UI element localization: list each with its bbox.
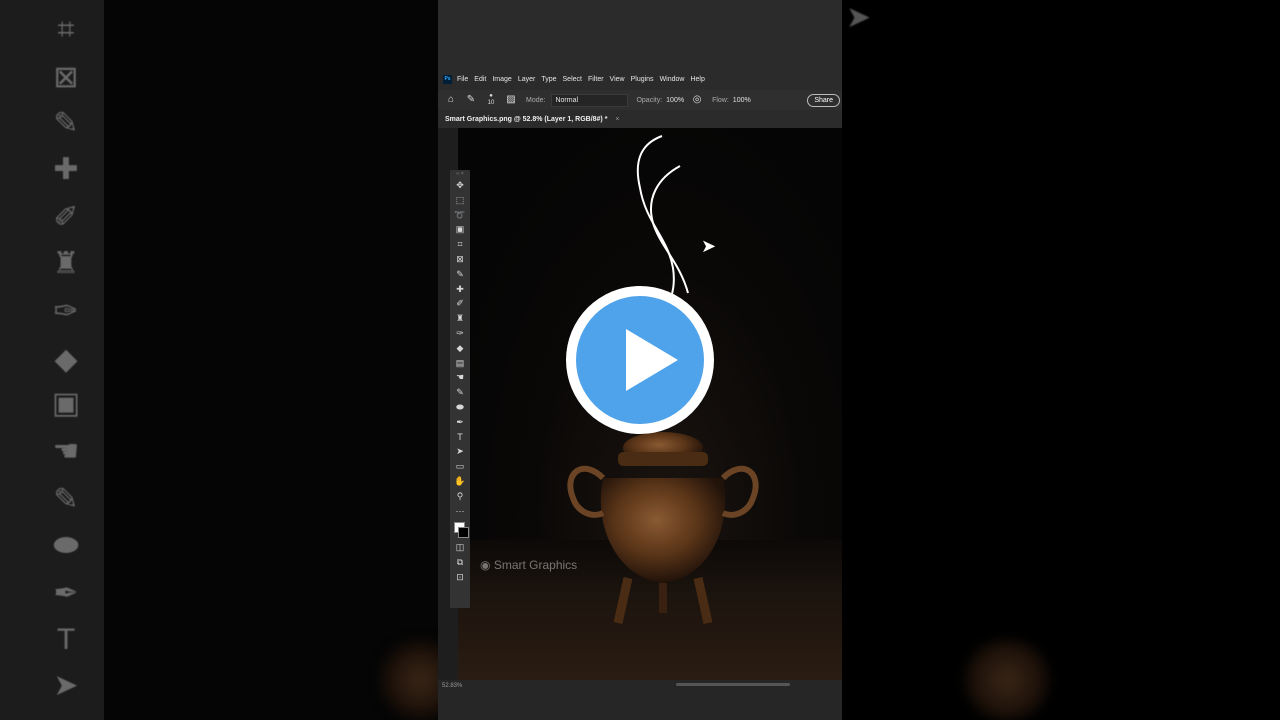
play-icon — [626, 329, 678, 391]
watermark-label: Smart Graphics — [493, 558, 578, 572]
flow-label: Flow: — [712, 96, 729, 104]
color-swatches[interactable] — [450, 518, 470, 540]
screen-mode-icon[interactable]: ⧉ — [450, 555, 470, 570]
frame-view-icon[interactable]: ⊡ — [450, 570, 470, 585]
menu-layer[interactable]: Layer — [518, 76, 536, 83]
menu-edit[interactable]: Edit — [474, 76, 486, 83]
quick-mask-icon[interactable]: ◫ — [450, 540, 470, 555]
ghost-brush-icon: ✐ — [53, 201, 79, 234]
play-button[interactable] — [566, 286, 714, 434]
close-tab-icon[interactable]: × — [615, 116, 619, 123]
flow-value[interactable]: 100% — [733, 97, 751, 104]
menu-window[interactable]: Window — [660, 76, 685, 83]
object-select-tool-icon[interactable]: ▣ — [450, 222, 470, 237]
dodge-tool-icon[interactable]: ✎ — [450, 385, 470, 400]
eyedropper-tool-icon[interactable]: ✎ — [450, 267, 470, 282]
pressure-opacity-icon[interactable]: ◎ — [690, 93, 704, 107]
type-tool-icon[interactable]: T — [450, 430, 470, 445]
brush-tool-icon[interactable]: ✐ — [450, 296, 470, 311]
ghost-frame-icon: ⊠ — [53, 61, 79, 94]
ghost-eyedropper-icon: ✎ — [53, 107, 79, 140]
sponge-tool-icon[interactable]: ⬬ — [450, 400, 470, 415]
status-bar: 52.83% — [438, 680, 842, 720]
menu-filter[interactable]: Filter — [588, 76, 604, 83]
eraser-tool-icon[interactable]: ◆ — [450, 341, 470, 356]
ghost-type-icon: T — [56, 623, 76, 656]
share-button[interactable]: Share — [807, 93, 840, 107]
mouse-cursor-icon: ➤ — [701, 236, 717, 256]
background-left-panel: ⌗ ⊠ ✎ ✚ ✐ ♜ ✑ ◆ ▣ ☚ ✎ ⬬ ✒ T ➤ — [0, 0, 438, 720]
document-tab-title: Smart Graphics.png @ 52.8% (Layer 1, RGB… — [445, 116, 608, 123]
lasso-tool-icon[interactable]: ➰ — [450, 208, 470, 223]
pen-tool-icon[interactable]: ✒ — [450, 415, 470, 430]
hand-tool-icon[interactable]: ✋ — [450, 474, 470, 489]
ghost-artwork — [380, 640, 438, 720]
menu-type[interactable]: Type — [541, 76, 556, 83]
menu-file[interactable]: File — [457, 76, 468, 83]
ghost-healing-icon: ✚ — [53, 153, 79, 186]
menu-image[interactable]: Image — [492, 76, 511, 83]
healing-tool-icon[interactable]: ✚ — [450, 282, 470, 297]
opacity-value[interactable]: 100% — [666, 97, 684, 104]
blur-tool-icon[interactable]: ☚ — [450, 370, 470, 385]
tools-panel: ‹‹ × ✥ ⬚ ➰ ▣ ⌗ ⊠ ✎ ✚ ✐ ♜ ✑ ◆ ▤ ☚ ✎ ⬬ ✒ T… — [450, 170, 470, 608]
gradient-tool-icon[interactable]: ▤ — [450, 356, 470, 371]
background-color-swatch[interactable] — [458, 527, 469, 539]
ghost-artwork — [962, 640, 1052, 720]
document-tab[interactable]: Smart Graphics.png @ 52.8% (Layer 1, RGB… — [438, 113, 842, 127]
more-tools-icon[interactable]: ⋯ — [450, 504, 470, 519]
ghost-sponge-icon: ⬬ — [53, 529, 79, 562]
ghost-crop-icon: ⌗ — [57, 13, 75, 46]
ghost-pen-icon: ✒ — [53, 577, 79, 610]
brush-preset-icon[interactable]: ✎ — [464, 93, 478, 107]
background-right-panel: ➤ — [842, 0, 1280, 720]
path-select-tool-icon[interactable]: ➤ — [450, 444, 470, 459]
stamp-tool-icon[interactable]: ♜ — [450, 311, 470, 326]
ghost-stamp-icon: ♜ — [52, 247, 80, 280]
frame-tool-icon[interactable]: ⊠ — [450, 252, 470, 267]
move-tool-icon[interactable]: ✥ — [450, 178, 470, 193]
marquee-tool-icon[interactable]: ⬚ — [450, 193, 470, 208]
opacity-label: Opacity: — [636, 96, 663, 104]
rectangle-tool-icon[interactable]: ▭ — [450, 459, 470, 474]
home-icon[interactable]: ⌂ — [444, 93, 458, 107]
ghost-gradient-icon: ▣ — [51, 387, 81, 420]
mode-label: Mode: — [526, 96, 546, 104]
menu-help[interactable]: Help — [690, 76, 704, 83]
options-bar: ⌂ ✎ ● 10 ▨ Mode: Normal Opacity: 100% ◎ F… — [438, 90, 842, 110]
history-brush-tool-icon[interactable]: ✑ — [450, 326, 470, 341]
menu-plugins[interactable]: Plugins — [631, 76, 654, 83]
ghost-select-icon: ➤ — [53, 669, 79, 702]
brush-size-picker[interactable]: ● 10 — [484, 93, 498, 107]
menu-bar: Ps File Edit Image Layer Type Select Fil… — [438, 72, 842, 86]
crop-tool-icon[interactable]: ⌗ — [450, 237, 470, 252]
photoshop-window: Ps File Edit Image Layer Type Select Fil… — [438, 0, 842, 720]
panel-grip[interactable]: ‹‹ × — [450, 170, 470, 178]
ghost-eraser-icon: ◆ — [54, 343, 78, 376]
ghost-cursor-icon: ➤ — [846, 1, 872, 34]
menu-view[interactable]: View — [610, 76, 625, 83]
horizontal-scrollbar[interactable] — [676, 683, 790, 686]
ghost-history-icon: ✑ — [53, 295, 79, 328]
play-button-inner — [576, 296, 704, 424]
incense-burner-image — [567, 432, 759, 624]
watermark-text: ◉ Smart Graphics — [480, 558, 578, 572]
ghost-dodge-icon: ✎ — [53, 483, 79, 516]
ghost-blur-icon: ☚ — [52, 435, 80, 468]
zoom-status[interactable]: 52.83% — [442, 683, 462, 689]
brush-size-value: 10 — [487, 100, 495, 106]
mode-dropdown[interactable]: Normal — [551, 93, 629, 107]
menu-select[interactable]: Select — [563, 76, 582, 83]
photoshop-logo-icon: Ps — [443, 74, 452, 84]
zoom-tool-icon[interactable]: ⚲ — [450, 489, 470, 504]
brush-settings-icon[interactable]: ▨ — [504, 93, 518, 107]
